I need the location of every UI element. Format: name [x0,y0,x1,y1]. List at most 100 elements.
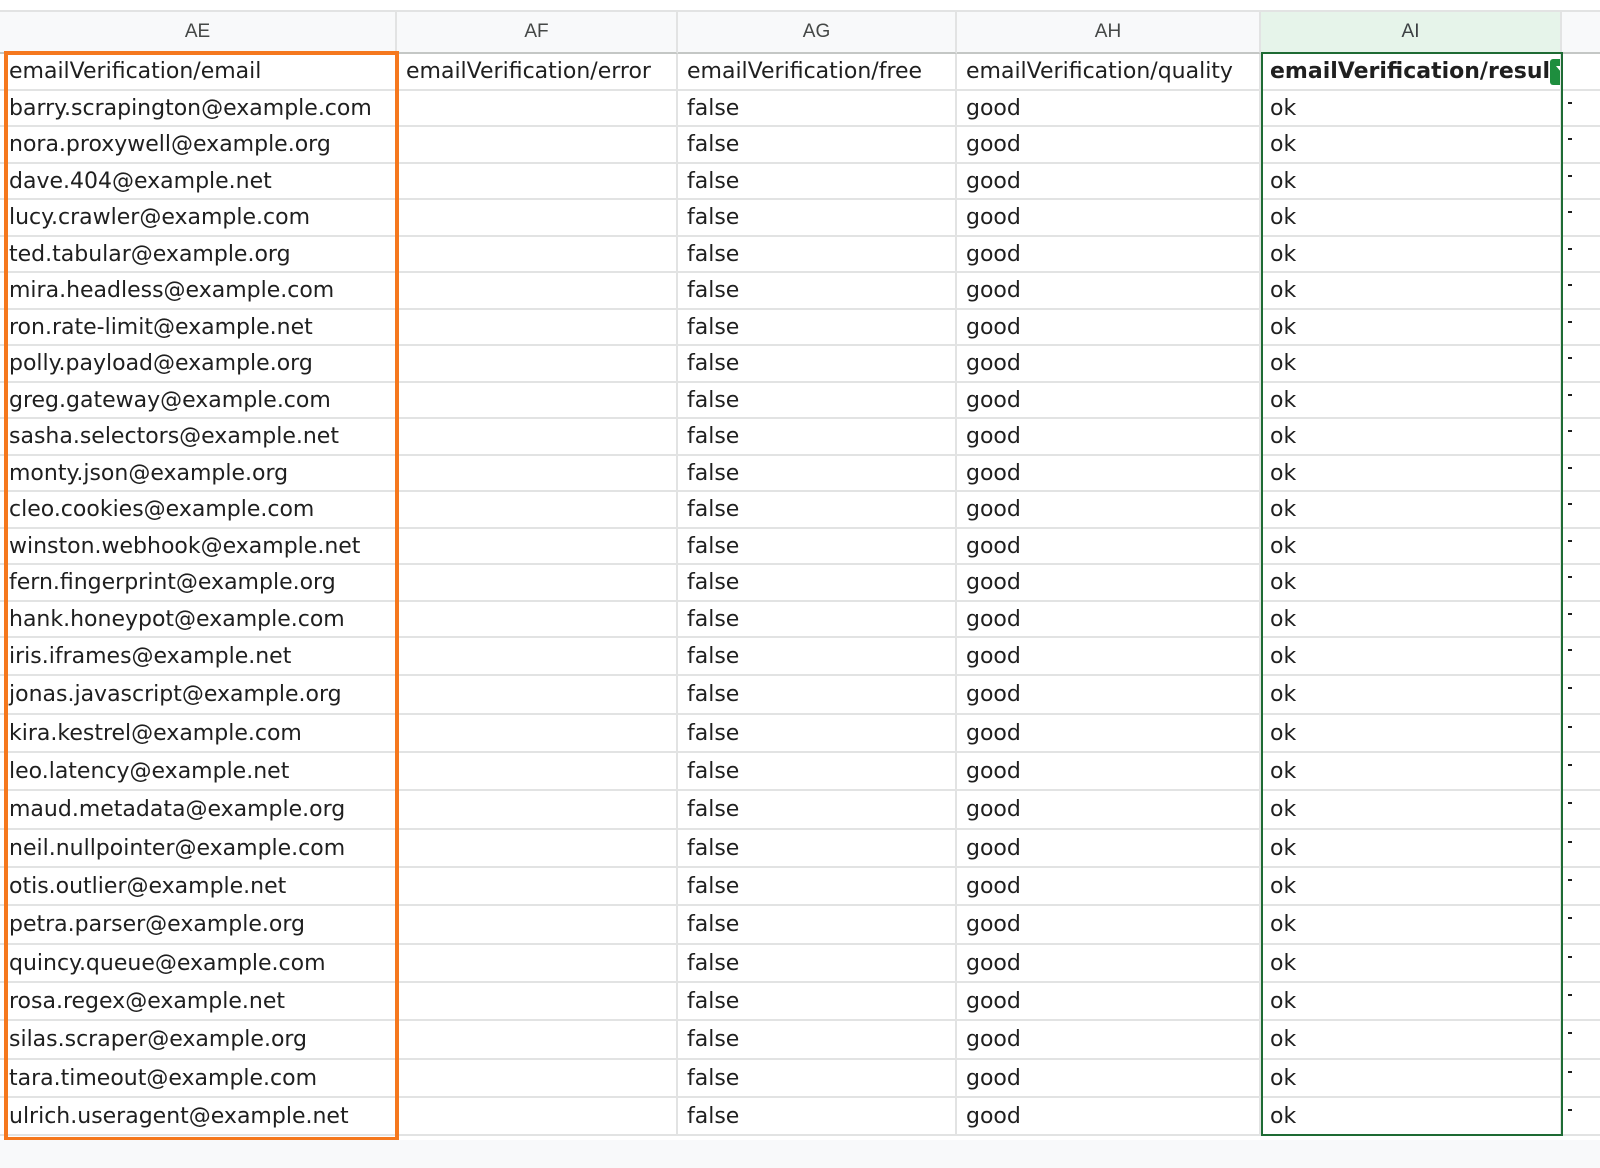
cell-result[interactable]: ok [1261,237,1562,271]
cell-email[interactable]: leo.latency@example.net [0,753,397,789]
cell-email[interactable]: winston.webhook@example.net [0,529,397,563]
cell-result[interactable]: ok [1261,791,1562,828]
cell-result[interactable]: ok [1261,164,1562,198]
cell-error[interactable] [397,91,678,125]
header-cell-error[interactable]: emailVerification/error [397,54,678,89]
cell-free[interactable]: false [678,346,957,381]
cell-email[interactable]: rosa.regex@example.net [0,983,397,1019]
cell-quality[interactable]: good [957,676,1261,713]
cell-email[interactable]: barry.scrapington@example.com [0,91,397,125]
cell-quality[interactable]: good [957,753,1261,789]
filter-funnel-icon[interactable] [1550,58,1560,85]
cell-result[interactable]: ok [1261,310,1562,344]
cell-result[interactable]: ok [1261,529,1562,563]
cell-error[interactable] [397,602,678,636]
cell-free[interactable]: false [678,602,957,636]
cell-email[interactable]: polly.payload@example.org [0,346,397,381]
header-cell-quality[interactable]: emailVerification/quality [957,54,1261,89]
column-header-ah[interactable]: AH [957,12,1261,54]
cell-quality[interactable]: good [957,1060,1261,1096]
cell-quality[interactable]: good [957,715,1261,751]
cell-quality[interactable]: good [957,310,1261,344]
cell-result[interactable]: ok [1261,602,1562,636]
cell-result[interactable]: ok [1261,419,1562,454]
cell-free[interactable]: false [678,945,957,981]
cell-error[interactable] [397,676,678,713]
cell-result[interactable]: ok [1261,91,1562,125]
cell-result[interactable]: ok [1261,456,1562,490]
cell-error[interactable] [397,715,678,751]
cell-quality[interactable]: good [957,638,1261,674]
cell-quality[interactable]: good [957,492,1261,527]
cell-error[interactable] [397,237,678,271]
cell-error[interactable] [397,310,678,344]
cell-free[interactable]: false [678,1021,957,1058]
cell-result[interactable]: ok [1261,1021,1562,1058]
cell-result[interactable]: ok [1261,983,1562,1019]
cell-email[interactable]: quincy.queue@example.com [0,945,397,981]
cell-error[interactable] [397,383,678,417]
cell-email[interactable]: iris.iframes@example.net [0,638,397,674]
cell-email[interactable]: lucy.crawler@example.com [0,200,397,235]
cell-free[interactable]: false [678,906,957,943]
cell-email[interactable]: ted.tabular@example.org [0,237,397,271]
cell-result[interactable]: ok [1261,945,1562,981]
cell-quality[interactable]: good [957,127,1261,162]
cell-quality[interactable]: good [957,346,1261,381]
cell-error[interactable] [397,830,678,866]
cell-email[interactable]: silas.scraper@example.org [0,1021,397,1058]
cell-result[interactable]: ok [1261,273,1562,308]
cell-free[interactable]: false [678,127,957,162]
cell-error[interactable] [397,945,678,981]
header-cell-free[interactable]: emailVerification/free [678,54,957,89]
cell-free[interactable]: false [678,638,957,674]
cell-quality[interactable]: good [957,791,1261,828]
cell-email[interactable]: hank.honeypot@example.com [0,602,397,636]
cell-quality[interactable]: good [957,164,1261,198]
header-cell-result[interactable]: emailVerification/resul [1261,54,1562,89]
cell-free[interactable]: false [678,868,957,904]
cell-error[interactable] [397,1021,678,1058]
header-cell-email[interactable]: emailVerification/email [0,54,397,89]
cell-error[interactable] [397,753,678,789]
cell-quality[interactable]: good [957,565,1261,600]
cell-free[interactable]: false [678,1098,957,1134]
cell-error[interactable] [397,529,678,563]
cell-result[interactable]: ok [1261,127,1562,162]
column-header-ae[interactable]: AE [0,12,397,54]
cell-email[interactable]: greg.gateway@example.com [0,383,397,417]
cell-free[interactable]: false [678,200,957,235]
cell-error[interactable] [397,1060,678,1096]
cell-error[interactable] [397,906,678,943]
cell-result[interactable]: ok [1261,753,1562,789]
cell-error[interactable] [397,456,678,490]
cell-email[interactable]: ron.rate-limit@example.net [0,310,397,344]
cell-result[interactable]: ok [1261,715,1562,751]
cell-free[interactable]: false [678,676,957,713]
cell-quality[interactable]: good [957,868,1261,904]
cell-result[interactable]: ok [1261,1098,1562,1134]
cell-email[interactable]: jonas.javascript@example.org [0,676,397,713]
cell-quality[interactable]: good [957,91,1261,125]
cell-free[interactable]: false [678,1060,957,1096]
cell-result[interactable]: ok [1261,565,1562,600]
cell-error[interactable] [397,200,678,235]
cell-email[interactable]: neil.nullpointer@example.com [0,830,397,866]
cell-free[interactable]: false [678,715,957,751]
cell-quality[interactable]: good [957,1098,1261,1134]
cell-result[interactable]: ok [1261,676,1562,713]
cell-error[interactable] [397,346,678,381]
cell-email[interactable]: mira.headless@example.com [0,273,397,308]
cell-quality[interactable]: good [957,529,1261,563]
cell-free[interactable]: false [678,456,957,490]
cell-result[interactable]: ok [1261,200,1562,235]
cell-error[interactable] [397,565,678,600]
cell-error[interactable] [397,983,678,1019]
cell-quality[interactable]: good [957,273,1261,308]
cell-result[interactable]: ok [1261,492,1562,527]
cell-free[interactable]: false [678,830,957,866]
cell-result[interactable]: ok [1261,868,1562,904]
cell-quality[interactable]: good [957,1021,1261,1058]
cell-email[interactable]: monty.json@example.org [0,456,397,490]
cell-free[interactable]: false [678,310,957,344]
